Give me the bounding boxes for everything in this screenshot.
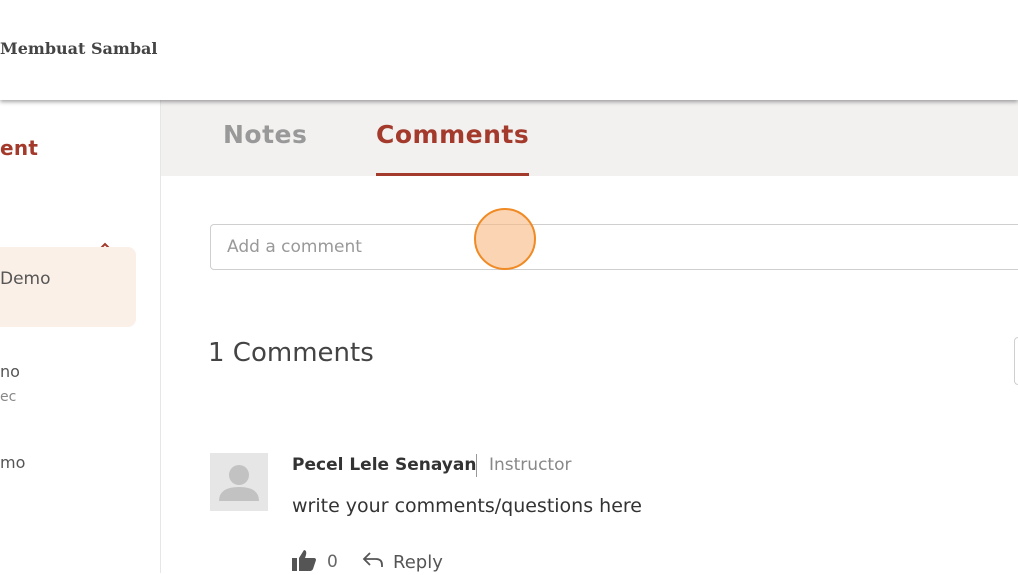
comment-author: Pecel Lele Senayan bbox=[292, 455, 477, 475]
active-tab-indicator bbox=[376, 173, 529, 176]
comments-count-heading: 1 Comments bbox=[208, 338, 374, 368]
add-comment-input[interactable] bbox=[210, 224, 1018, 270]
sidebar-item-active-lesson[interactable]: Demo bbox=[0, 247, 136, 327]
reply-label: Reply bbox=[393, 551, 443, 573]
top-bar: Membuat Sambal bbox=[0, 0, 1018, 100]
course-title: Membuat Sambal bbox=[0, 39, 158, 58]
comment-author-role: Instructor bbox=[489, 455, 572, 475]
sidebar-item-label: Demo bbox=[0, 269, 51, 289]
sidebar-section-title[interactable]: ent bbox=[0, 136, 38, 160]
sidebar-item-lesson-title[interactable]: no bbox=[0, 362, 20, 381]
comment-body: write your comments/questions here bbox=[292, 495, 642, 517]
tab-notes[interactable]: Notes bbox=[223, 120, 307, 149]
sidebar-item-lesson-title[interactable]: mo bbox=[0, 453, 25, 472]
sidebar bbox=[0, 100, 161, 573]
avatar bbox=[210, 453, 268, 511]
reply-arrow-icon bbox=[362, 551, 384, 573]
like-button[interactable]: 0 bbox=[291, 549, 338, 575]
reply-button[interactable]: Reply bbox=[362, 551, 443, 573]
sidebar-item-lesson-subtitle: ec bbox=[0, 389, 17, 405]
tabs-bar: Notes Comments bbox=[161, 100, 1018, 176]
thumbs-up-icon bbox=[291, 549, 317, 575]
like-count: 0 bbox=[327, 552, 338, 572]
tab-comments[interactable]: Comments bbox=[376, 120, 529, 149]
divider bbox=[476, 454, 477, 477]
user-placeholder-icon bbox=[219, 465, 259, 501]
sort-dropdown[interactable] bbox=[1014, 337, 1018, 385]
